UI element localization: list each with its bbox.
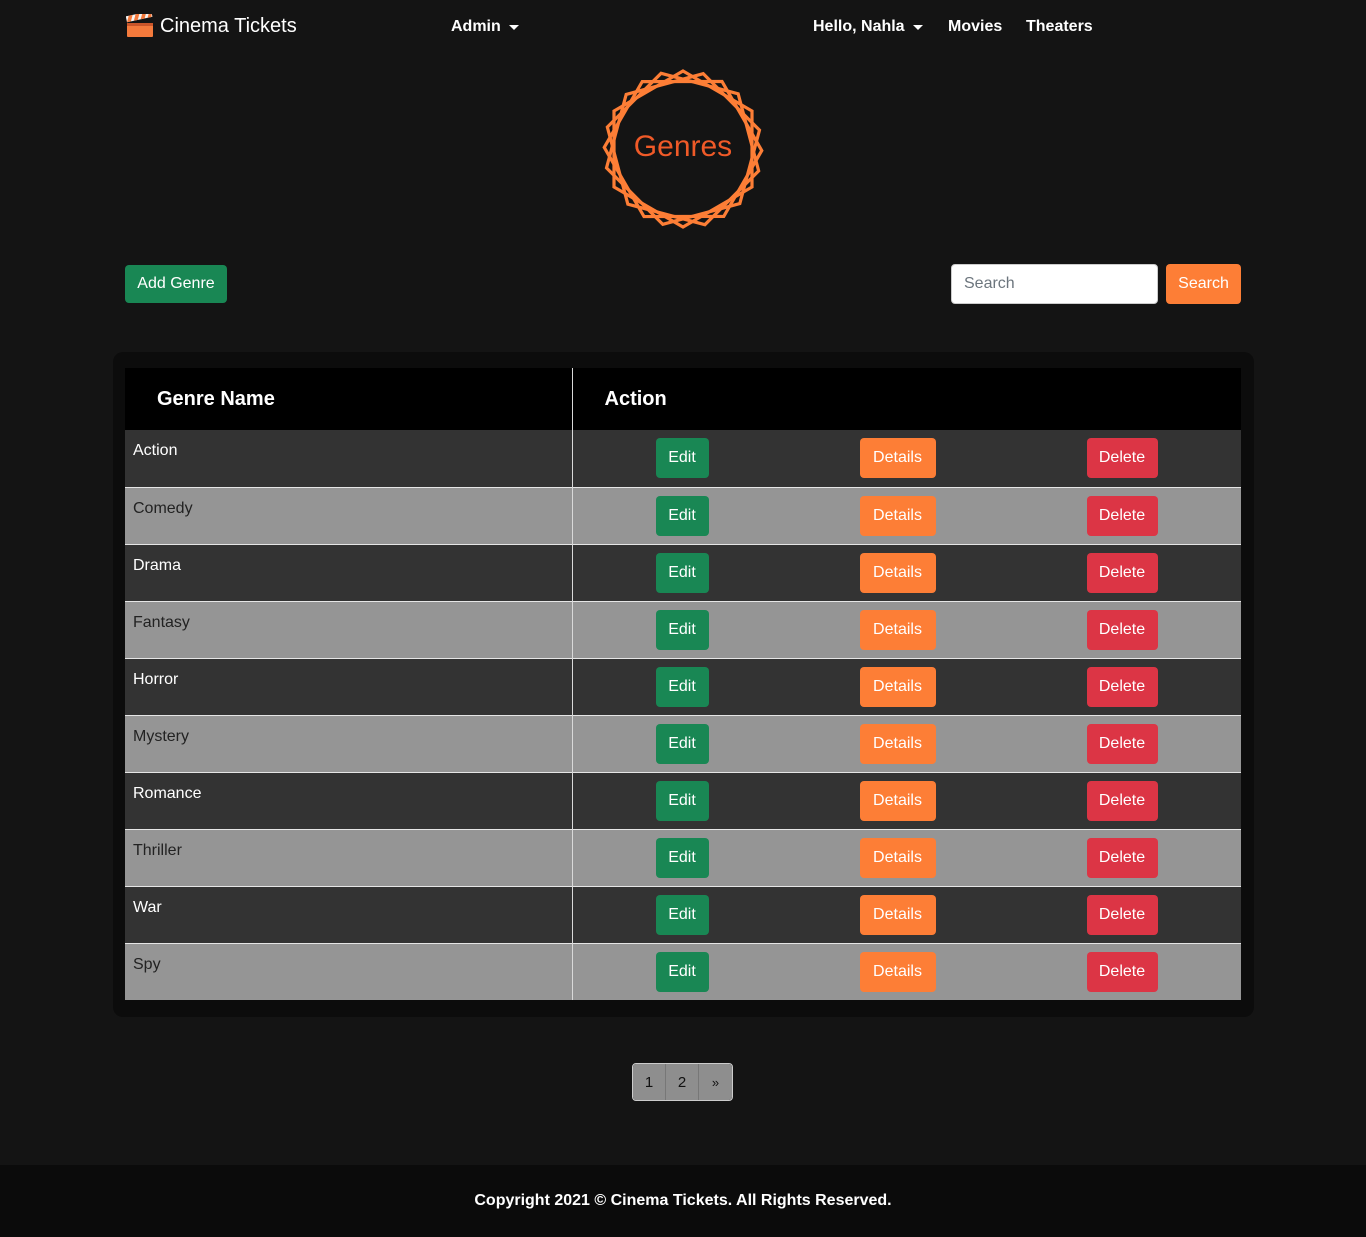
- edit-button[interactable]: Edit: [655, 666, 709, 707]
- search-button[interactable]: Search: [1166, 264, 1241, 304]
- delete-button[interactable]: Delete: [1086, 552, 1158, 593]
- delete-button[interactable]: Delete: [1086, 723, 1158, 764]
- page-1-link[interactable]: 1: [633, 1064, 666, 1100]
- delete-button[interactable]: Delete: [1086, 438, 1158, 478]
- genre-name-cell: Drama: [125, 544, 573, 601]
- details-button[interactable]: Details: [859, 894, 936, 935]
- genre-name-cell: Action: [125, 430, 573, 487]
- user-dropdown[interactable]: Hello, Nahla: [813, 18, 923, 36]
- clapperboard-icon: [126, 14, 153, 37]
- action-cell: Edit Details Delete: [572, 715, 1241, 772]
- chevron-down-icon: [508, 25, 519, 30]
- table-row: Drama Edit Details Delete: [125, 544, 1241, 601]
- action-cell: Edit Details Delete: [572, 886, 1241, 943]
- table-row: Comedy Edit Details Delete: [125, 487, 1241, 544]
- details-button[interactable]: Details: [859, 780, 936, 821]
- genre-name-cell: Fantasy: [125, 601, 573, 658]
- table-row: Spy Edit Details Delete: [125, 943, 1241, 1000]
- nav-movies[interactable]: Movies: [948, 18, 1002, 36]
- genre-name-cell: Horror: [125, 658, 573, 715]
- genres-table: Genre Name Action Action Edit Details Delet…: [125, 368, 1241, 1000]
- genre-name-cell: Romance: [125, 772, 573, 829]
- details-button[interactable]: Details: [859, 552, 936, 593]
- table-header: Genre Name Action: [125, 368, 1241, 430]
- table-body: Action Edit Details Delete Comedy Edit Details…: [125, 430, 1241, 1000]
- genres-logo: Genres: [602, 69, 764, 229]
- page-2-link[interactable]: 2: [666, 1064, 699, 1100]
- genre-name-cell: Thriller: [125, 829, 573, 886]
- header-action: Action: [604, 387, 667, 410]
- delete-button[interactable]: Delete: [1086, 951, 1158, 992]
- edit-button[interactable]: Edit: [655, 495, 709, 536]
- delete-button[interactable]: Delete: [1086, 780, 1158, 821]
- action-cell: Edit Details Delete: [572, 829, 1241, 886]
- genre-name-cell: Comedy: [125, 487, 573, 544]
- search-input[interactable]: [951, 264, 1158, 304]
- genre-name-cell: Mystery: [125, 715, 573, 772]
- details-button[interactable]: Details: [859, 609, 936, 650]
- admin-dropdown[interactable]: Admin: [451, 18, 519, 36]
- genre-name-cell: Spy: [125, 943, 573, 1000]
- add-genre-button[interactable]: Add Genre: [125, 265, 227, 303]
- edit-button[interactable]: Edit: [655, 609, 709, 650]
- details-button[interactable]: Details: [859, 837, 936, 878]
- copyright-text: Copyright 2021 © Cinema Tickets. All Rig…: [474, 1192, 892, 1209]
- genre-name-cell: War: [125, 886, 573, 943]
- edit-button[interactable]: Edit: [655, 837, 709, 878]
- delete-button[interactable]: Delete: [1086, 609, 1158, 650]
- navbar: Cinema Tickets Admin Hello, Nahla Movies…: [0, 0, 1366, 56]
- footer: Copyright 2021 © Cinema Tickets. All Rig…: [0, 1165, 1366, 1237]
- details-button[interactable]: Details: [859, 951, 936, 992]
- edit-button[interactable]: Edit: [655, 951, 709, 992]
- user-greeting: Hello, Nahla: [813, 18, 905, 35]
- table-row: Fantasy Edit Details Delete: [125, 601, 1241, 658]
- delete-button[interactable]: Delete: [1086, 894, 1158, 935]
- admin-label: Admin: [451, 18, 501, 35]
- edit-button[interactable]: Edit: [655, 723, 709, 764]
- action-cell: Edit Details Delete: [572, 544, 1241, 601]
- details-button[interactable]: Details: [859, 666, 936, 707]
- table-row: Action Edit Details Delete: [125, 430, 1241, 487]
- action-cell: Edit Details Delete: [572, 772, 1241, 829]
- details-button[interactable]: Details: [859, 495, 936, 536]
- action-cell: Edit Details Delete: [572, 943, 1241, 1000]
- delete-button[interactable]: Delete: [1086, 837, 1158, 878]
- pagination: 1 2 »: [632, 1063, 733, 1101]
- header-genre-name: Genre Name: [125, 368, 573, 430]
- action-cell: Edit Details Delete: [572, 601, 1241, 658]
- logo-title: Genres: [634, 130, 732, 163]
- action-cell: Edit Details Delete: [572, 658, 1241, 715]
- edit-button[interactable]: Edit: [655, 438, 709, 478]
- chevron-down-icon: [912, 25, 923, 30]
- table-row: Thriller Edit Details Delete: [125, 829, 1241, 886]
- edit-button[interactable]: Edit: [655, 894, 709, 935]
- next-page-link[interactable]: »: [699, 1064, 732, 1100]
- table-row: Mystery Edit Details Delete: [125, 715, 1241, 772]
- nav-theaters[interactable]: Theaters: [1026, 18, 1093, 36]
- brand-title: Cinema Tickets: [160, 14, 297, 37]
- table-row: War Edit Details Delete: [125, 886, 1241, 943]
- details-button[interactable]: Details: [859, 723, 936, 764]
- action-cell: Edit Details Delete: [572, 430, 1241, 487]
- details-button[interactable]: Details: [859, 438, 936, 478]
- edit-button[interactable]: Edit: [655, 552, 709, 593]
- delete-button[interactable]: Delete: [1086, 666, 1158, 707]
- edit-button[interactable]: Edit: [655, 780, 709, 821]
- action-cell: Edit Details Delete: [572, 487, 1241, 544]
- delete-button[interactable]: Delete: [1086, 495, 1158, 536]
- table-row: Horror Edit Details Delete: [125, 658, 1241, 715]
- table-row: Romance Edit Details Delete: [125, 772, 1241, 829]
- brand-link[interactable]: Cinema Tickets: [126, 14, 297, 38]
